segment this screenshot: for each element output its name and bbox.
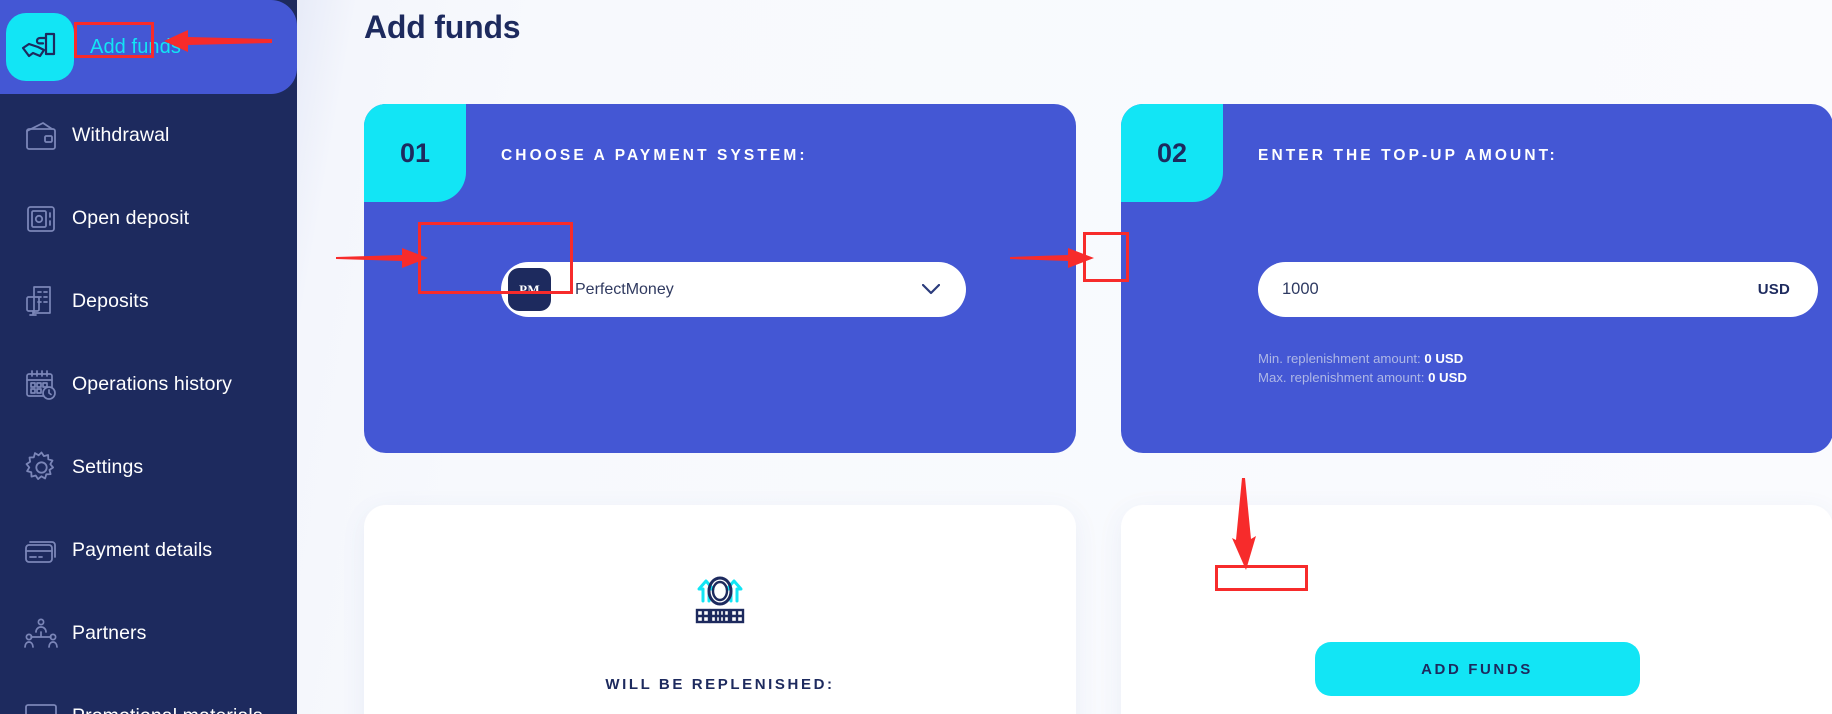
add-funds-action-card: ADD FUNDS [1121, 505, 1832, 714]
perfectmoney-logo-icon: PM [508, 268, 551, 311]
wallet-icon [10, 120, 72, 152]
calendar-clock-icon [10, 369, 72, 401]
step-two-card: 02 ENTER THE TOP-UP AMOUNT: USD Min. rep… [1121, 104, 1832, 453]
min-limit-value: 0 USD [1424, 351, 1464, 366]
steps-grid: 01 CHOOSE A PAYMENT SYSTEM: PM PerfectMo… [364, 104, 1832, 714]
column-right: 02 ENTER THE TOP-UP AMOUNT: USD Min. rep… [1121, 104, 1832, 714]
sidebar-item-withdrawal[interactable]: Withdrawal [0, 94, 297, 177]
monitor-icon [10, 703, 72, 714]
people-network-icon [10, 618, 72, 650]
sidebar-item-add-funds[interactable]: Add funds [0, 0, 297, 94]
min-limit-row: Min. replenishment amount: 0 USD [1258, 350, 1467, 369]
coin-up-icon [689, 571, 751, 634]
sidebar: Add funds Withdrawal Open deposit Deposi… [0, 0, 297, 714]
sidebar-nav: Add funds Withdrawal Open deposit Deposi… [0, 0, 297, 714]
sidebar-item-label: Deposits [72, 290, 149, 312]
result-label: WILL BE REPLENISHED: [605, 676, 835, 693]
sidebar-item-label: Open deposit [72, 207, 190, 229]
step-one-card: 01 CHOOSE A PAYMENT SYSTEM: PM PerfectMo… [364, 104, 1076, 453]
sidebar-item-label: Payment details [72, 539, 213, 561]
sidebar-item-promotional-materials[interactable]: Promotional materials [0, 675, 297, 714]
min-limit-label: Min. replenishment amount: [1258, 351, 1421, 366]
sidebar-item-open-deposit[interactable]: Open deposit [0, 177, 297, 260]
amount-field-wrapper[interactable]: USD [1258, 262, 1818, 317]
sidebar-item-deposits[interactable]: Deposits [0, 260, 297, 343]
will-be-replenished-card: WILL BE REPLENISHED: 1000.00 USD [364, 505, 1076, 714]
max-limit-label: Max. replenishment amount: [1258, 369, 1425, 385]
sidebar-item-label: Operations history [72, 373, 233, 395]
max-limit-row: Max. replenishment amount: 0 USD [1258, 369, 1467, 388]
sidebar-item-label: Promotional materials [72, 705, 263, 714]
sidebar-item-payment-details[interactable]: Payment details [0, 509, 297, 592]
sidebar-item-label: Withdrawal [72, 124, 170, 146]
payment-system-label: PerfectMoney [575, 280, 674, 298]
column-left: 01 CHOOSE A PAYMENT SYSTEM: PM PerfectMo… [364, 104, 1076, 714]
sidebar-item-label: Partners [72, 622, 147, 644]
sidebar-item-settings[interactable]: Settings [0, 426, 297, 509]
main-content: Add funds 01 CHOOSE A PAYMENT SYSTEM: PM… [297, 0, 1832, 714]
add-funds-button[interactable]: ADD FUNDS [1314, 642, 1640, 696]
sidebar-item-partners[interactable]: Partners [0, 592, 297, 675]
add-funds-button-wrapper: ADD FUNDS [1121, 642, 1832, 696]
credit-cards-icon [10, 537, 72, 565]
hand-cash-icon [6, 13, 74, 81]
payment-system-select[interactable]: PM PerfectMoney [501, 262, 966, 317]
step-one-number: 01 [364, 104, 466, 202]
amount-currency-label: USD [1757, 281, 1790, 298]
amount-input[interactable] [1282, 280, 1758, 299]
max-limit-value: 0 USD [1428, 369, 1467, 385]
step-one-heading: CHOOSE A PAYMENT SYSTEM: [501, 147, 808, 164]
sidebar-item-operations-history[interactable]: Operations history [0, 343, 297, 426]
sidebar-item-label: Add funds [90, 35, 181, 58]
step-two-number: 02 [1121, 104, 1223, 202]
replenishment-limits: Min. replenishment amount: 0 USD Max. re… [1258, 350, 1467, 387]
page-title: Add funds [364, 9, 521, 46]
step-two-heading: ENTER THE TOP-UP AMOUNT: [1258, 147, 1558, 164]
chevron-down-icon[interactable] [922, 284, 940, 295]
gear-icon [10, 451, 72, 484]
building-monitor-icon [10, 285, 72, 319]
safe-icon [10, 203, 72, 235]
add-funds-page: Add funds Withdrawal Open deposit Deposi… [0, 0, 1832, 714]
sidebar-item-label: Settings [72, 456, 144, 478]
